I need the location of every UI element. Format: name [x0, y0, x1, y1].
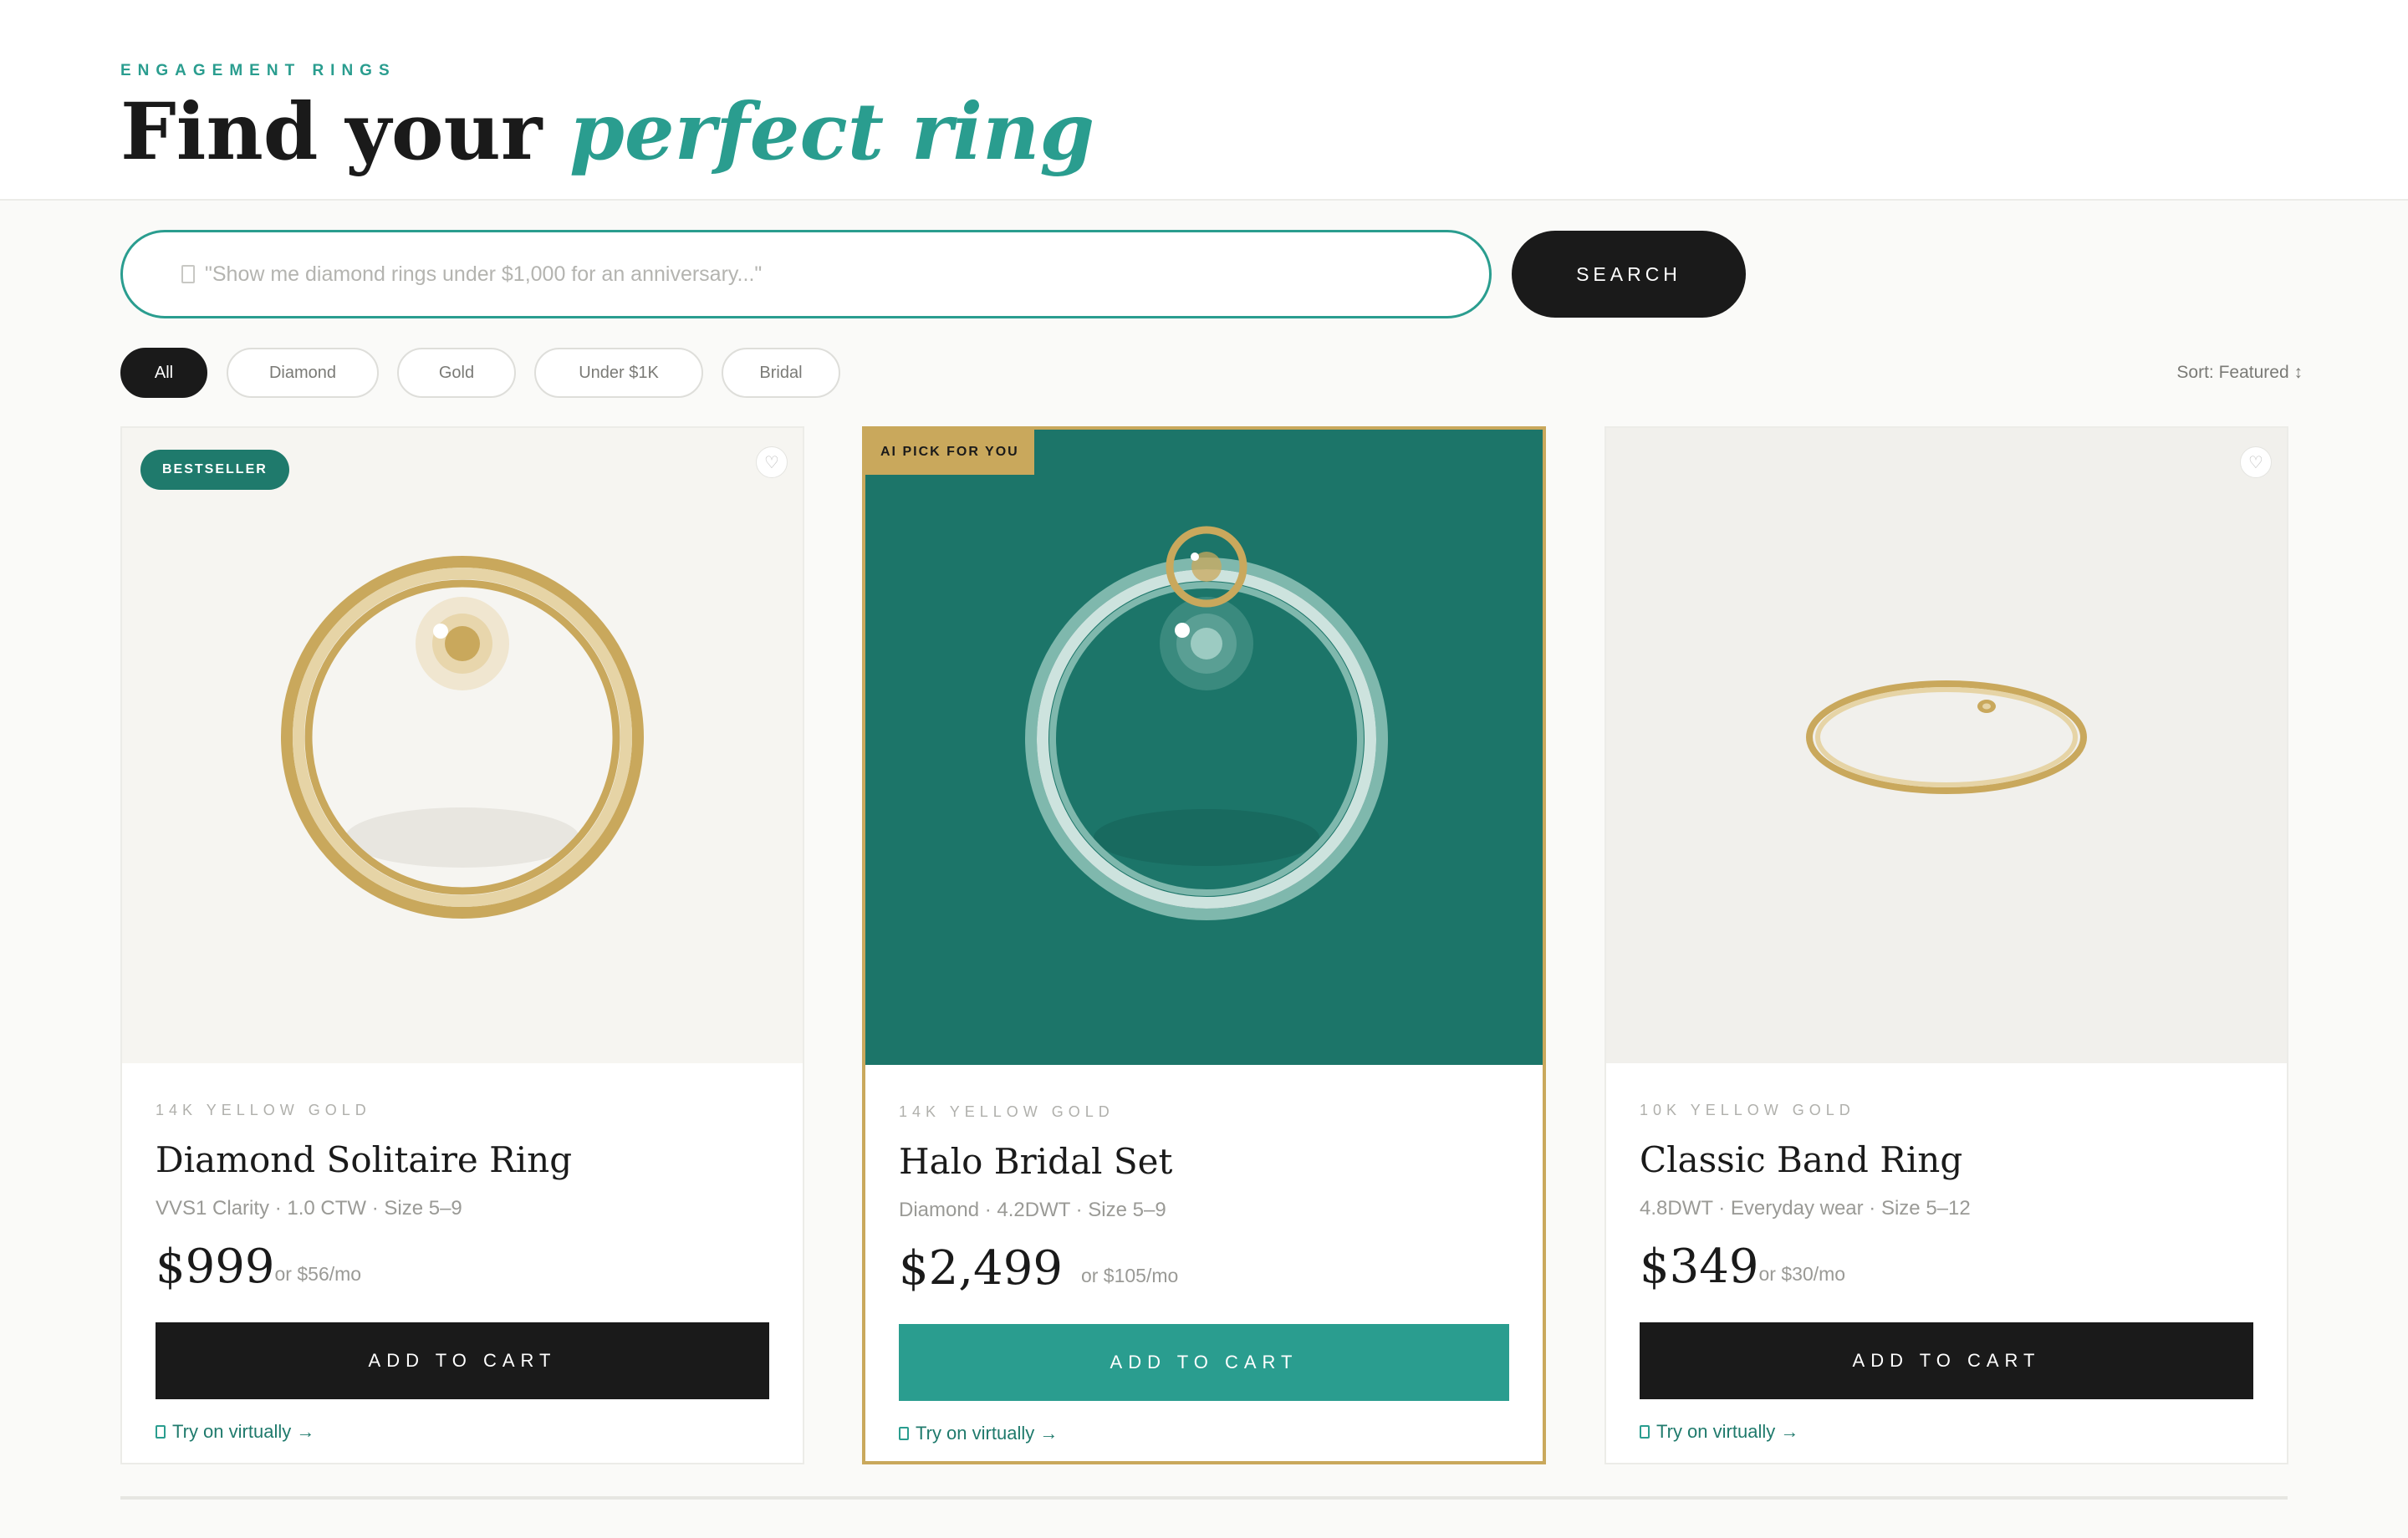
product-specs: Diamond · 4.2DWT · Size 5–9 — [899, 1199, 1166, 1221]
camera-icon — [156, 1425, 166, 1439]
try-on-label: Try on virtually → — [916, 1423, 1059, 1444]
search-placeholder: "Show me diamond rings under $1,000 for … — [205, 262, 763, 286]
try-on-label: Try on virtually → — [172, 1421, 315, 1442]
page-header: ENGAGEMENT RINGS Find your perfect ring — [0, 0, 2408, 201]
product-name[interactable]: Halo Bridal Set — [899, 1141, 1509, 1182]
monthly-price: or $105/mo — [1080, 1265, 1179, 1286]
product-card[interactable]: AI PICK FOR YOU 14K YELLOW GOLD Halo Bri… — [862, 426, 1546, 1464]
product-metal: 14K YELLOW GOLD — [899, 1103, 1115, 1120]
camera-icon — [1640, 1425, 1650, 1439]
sort-dropdown[interactable]: Sort: Featured ↕ — [2176, 363, 2303, 383]
ring-illustration — [281, 556, 644, 919]
ring-illustration — [1025, 526, 1388, 920]
filter-chip-gold[interactable]: Gold — [397, 348, 516, 398]
product-price: $2,499 — [899, 1241, 1063, 1296]
price-row: $999 or $56/mo — [156, 1242, 769, 1292]
title-accent: perfect ring — [569, 86, 1095, 178]
camera-icon — [899, 1427, 909, 1440]
search-input[interactable]: "Show me diamond rings under $1,000 for … — [120, 230, 1492, 318]
heart-icon[interactable]: ♡ — [756, 446, 788, 478]
search-icon — [181, 265, 195, 283]
try-on-link[interactable]: Try on virtually → — [156, 1421, 314, 1443]
filter-chip-all[interactable]: All — [120, 348, 207, 398]
product-name[interactable]: Classic Band Ring — [1640, 1139, 2253, 1180]
filter-chip-under-1k[interactable]: Under $1K — [534, 348, 703, 398]
add-to-cart-button[interactable]: ADD TO CART — [1640, 1322, 2253, 1399]
product-metal: 14K YELLOW GOLD — [156, 1102, 371, 1118]
page-title: Find your perfect ring — [120, 84, 1094, 181]
try-on-link[interactable]: Try on virtually → — [1640, 1421, 1798, 1443]
product-card[interactable]: ♡ 10K YELLOW GOLD Classic Band Ring 4.8D… — [1604, 426, 2288, 1464]
product-image — [1606, 428, 2287, 1063]
product-specs: VVS1 Clarity · 1.0 CTW · Size 5–9 — [156, 1197, 462, 1220]
price-row: $349 or $30/mo — [1640, 1242, 2253, 1292]
product-metal: 10K YELLOW GOLD — [1640, 1102, 1855, 1118]
product-specs: 4.8DWT · Everyday wear · Size 5–12 — [1640, 1197, 1971, 1220]
add-to-cart-button[interactable]: ADD TO CART — [156, 1322, 769, 1399]
filter-chip-diamond[interactable]: Diamond — [227, 348, 379, 398]
category-eyebrow: ENGAGEMENT RINGS — [120, 62, 396, 79]
product-image — [865, 430, 1543, 1065]
price-row: $2,499 or $105/mo — [899, 1244, 1509, 1294]
heart-icon[interactable]: ♡ — [2240, 446, 2272, 478]
title-main: Find your — [120, 86, 570, 178]
monthly-price: or $56/mo — [274, 1263, 362, 1285]
filter-chip-bridal[interactable]: Bridal — [722, 348, 840, 398]
product-name[interactable]: Diamond Solitaire Ring — [156, 1139, 769, 1180]
try-on-label: Try on virtually → — [1656, 1421, 1799, 1442]
search-button[interactable]: SEARCH — [1512, 231, 1746, 318]
product-info: 14K YELLOW GOLD Diamond Solitaire Ring V… — [156, 1102, 769, 1292]
ring-illustration — [1806, 680, 2087, 794]
add-to-cart-button[interactable]: ADD TO CART — [899, 1324, 1509, 1401]
product-info: 14K YELLOW GOLD Halo Bridal Set Diamond … — [899, 1103, 1509, 1294]
product-image — [122, 428, 803, 1063]
product-price: $999 — [156, 1240, 275, 1294]
product-info: 10K YELLOW GOLD Classic Band Ring 4.8DWT… — [1640, 1102, 2253, 1292]
try-on-link[interactable]: Try on virtually → — [899, 1423, 1058, 1444]
bestseller-badge: BESTSELLER — [140, 450, 289, 490]
product-price: $349 — [1640, 1240, 1759, 1294]
product-card[interactable]: BESTSELLER ♡ 14K YELLOW GOLD Diamond Sol… — [120, 426, 804, 1464]
ai-pick-badge: AI PICK FOR YOU — [865, 430, 1034, 475]
monthly-price: or $30/mo — [1758, 1263, 1846, 1285]
section-divider — [120, 1496, 2288, 1500]
